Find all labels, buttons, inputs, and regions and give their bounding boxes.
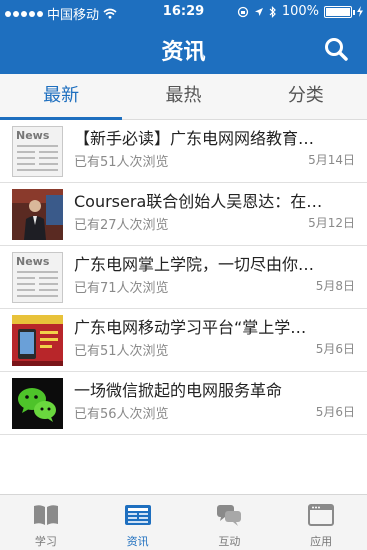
news-thumbnail — [12, 315, 63, 366]
news-views: 已有56人次浏览 — [74, 407, 169, 422]
tabbar-label: 学习 — [34, 535, 57, 548]
tabbar-label: 互动 — [218, 535, 241, 548]
page-title: 资讯 — [161, 40, 206, 65]
location-icon — [254, 7, 263, 16]
tabbar-label: 应用 — [310, 535, 333, 548]
charging-icon — [357, 6, 363, 17]
speaker-photo — [12, 189, 63, 240]
category-tabs: 最新 最热 分类 — [0, 74, 367, 120]
status-right: 100% — [237, 4, 363, 19]
tab-hottest[interactable]: 最热 — [122, 74, 244, 119]
list-item[interactable]: 一场微信掀起的电网服务革命 已有56人次浏览 5月6日 — [0, 372, 367, 435]
news-title: Coursera联合创始人吴恩达：在… — [74, 192, 323, 211]
news-thumbnail: News — [12, 252, 63, 303]
tabbar-news[interactable]: 资讯 — [92, 495, 184, 550]
news-views: 已有51人次浏览 — [74, 155, 169, 170]
status-bar: 中国移动 16:29 100% — [0, 0, 367, 24]
nav-bar: 资讯 — [0, 24, 367, 74]
news-date: 5月8日 — [315, 279, 355, 293]
news-views: 已有71人次浏览 — [74, 281, 169, 296]
rotation-lock-icon — [237, 6, 248, 17]
battery-percent: 100% — [281, 4, 319, 19]
tab-latest[interactable]: 最新 — [0, 74, 123, 120]
tabbar-label: 资讯 — [126, 535, 149, 548]
news-title: 【新手必读】广东电网网络教育… — [74, 129, 315, 148]
news-thumbnail — [12, 378, 63, 429]
platform-banner — [12, 315, 63, 366]
news-list: News 【新手必读】广东电网网络教育… 已有51人次浏览 5月14日 Cour… — [0, 120, 367, 435]
chat-icon — [217, 505, 242, 526]
news-icon — [124, 505, 151, 525]
list-item[interactable]: Coursera联合创始人吴恩达：在… 已有27人次浏览 5月12日 — [0, 183, 367, 246]
news-thumbnail: News — [12, 126, 63, 177]
news-date: 5月6日 — [315, 405, 355, 419]
bluetooth-icon — [269, 5, 276, 18]
news-date: 5月12日 — [308, 216, 355, 230]
newspaper-icon: News — [12, 252, 63, 303]
list-item[interactable]: 广东电网移动学习平台“掌上学… 已有51人次浏览 5月6日 — [0, 309, 367, 372]
list-item[interactable]: News 【新手必读】广东电网网络教育… 已有51人次浏览 5月14日 — [0, 120, 367, 183]
book-icon — [33, 505, 58, 525]
list-item[interactable]: News 广东电网掌上学院，一切尽由你… 已有71人次浏览 5月8日 — [0, 246, 367, 309]
news-title: 一场微信掀起的电网服务革命 — [74, 381, 283, 400]
search-icon[interactable] — [323, 36, 349, 62]
wechat-logo — [12, 378, 63, 429]
bottom-tab-bar: 学习 资讯 互动 应用 — [0, 494, 367, 550]
news-date: 5月6日 — [315, 342, 355, 356]
news-thumbnail — [12, 189, 63, 240]
news-title: 广东电网掌上学院，一切尽由你… — [74, 255, 315, 274]
app-window-icon — [308, 504, 335, 526]
tabbar-interact[interactable]: 互动 — [184, 495, 276, 550]
tab-category[interactable]: 分类 — [245, 74, 367, 119]
tabbar-study[interactable]: 学习 — [0, 495, 92, 550]
news-title: 广东电网移动学习平台“掌上学… — [74, 318, 307, 337]
newspaper-icon: News — [12, 126, 63, 177]
news-views: 已有51人次浏览 — [74, 344, 169, 359]
news-views: 已有27人次浏览 — [74, 218, 169, 233]
news-date: 5月14日 — [308, 153, 355, 167]
tabbar-apps[interactable]: 应用 — [275, 495, 367, 550]
battery-icon — [324, 5, 355, 18]
